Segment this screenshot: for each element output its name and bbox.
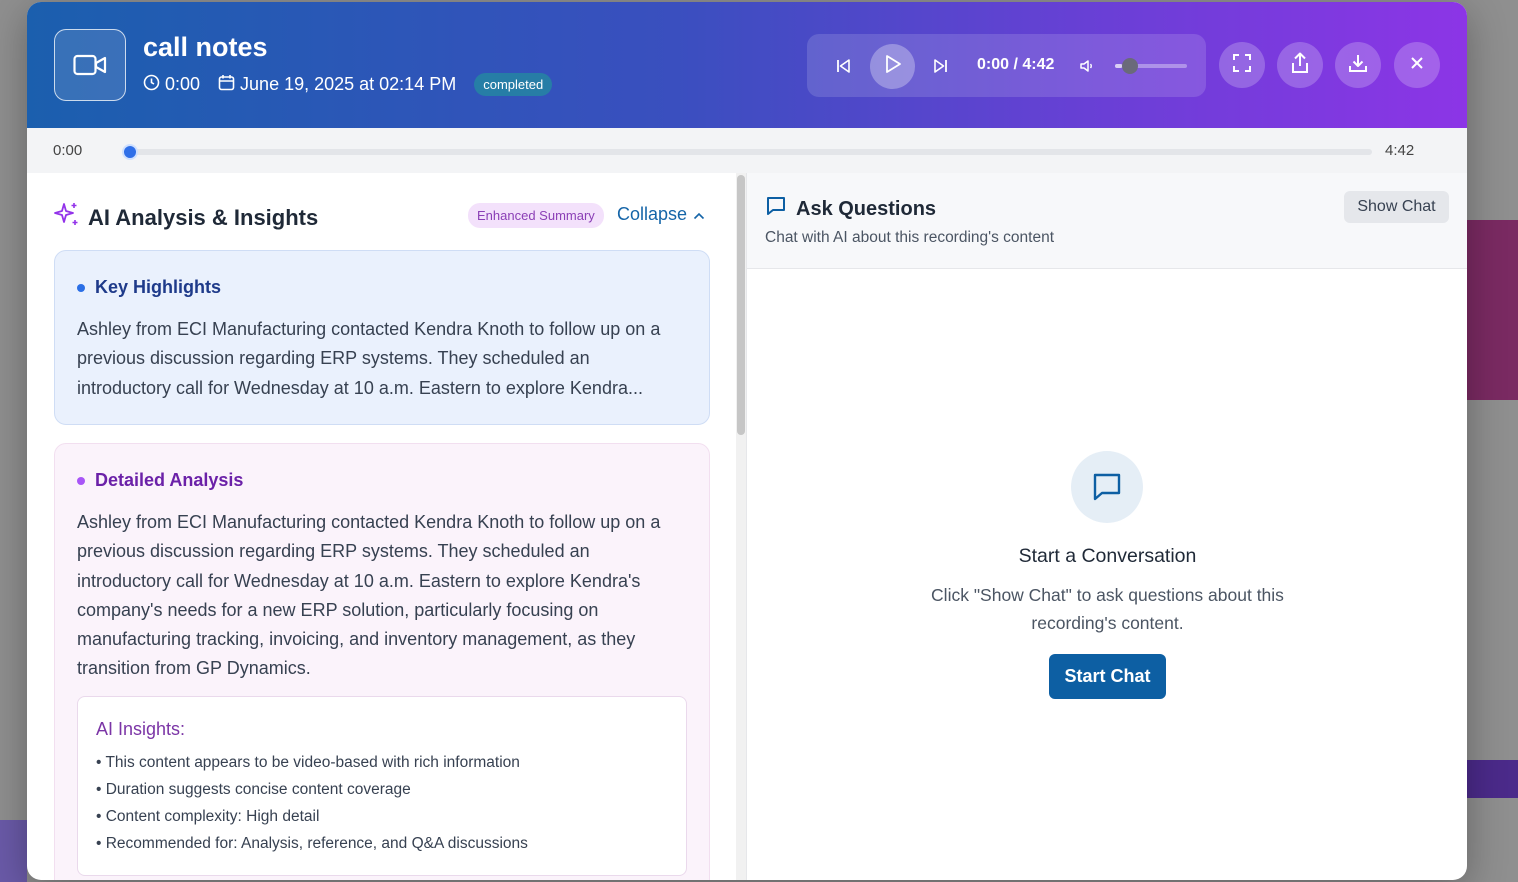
list-item: • This content appears to be video-based… <box>96 754 520 771</box>
analysis-title-text: AI Analysis & Insights <box>88 204 319 230</box>
duration-text: 0:00 <box>165 74 201 94</box>
skip-back-icon[interactable] <box>832 55 854 77</box>
skip-forward-icon[interactable] <box>930 55 952 77</box>
ai-insights-box: AI Insights: • This content appears to b… <box>77 696 687 876</box>
date-text: June 19, 2025 at 02:14 PM <box>240 74 457 94</box>
media-player: 0:00 / 4:42 <box>807 34 1206 97</box>
collapse-label: Collapse <box>617 204 688 224</box>
ai-insights-title: AI Insights: <box>96 719 186 739</box>
recording-modal: call notes 0:00 June 19, 2025 at 02:14 P… <box>27 2 1467 880</box>
recording-meta: 0:00 June 19, 2025 at 02:14 PM completed <box>143 73 553 96</box>
bullet-dot <box>77 283 85 292</box>
close-button[interactable] <box>1394 42 1440 88</box>
chevron-up-icon <box>693 204 705 225</box>
seek-thumb[interactable] <box>122 144 138 160</box>
backdrop-panel <box>1467 220 1518 400</box>
enhanced-summary-badge: Enhanced Summary <box>468 203 604 228</box>
clock-icon <box>143 74 160 96</box>
ask-questions-subtitle: Chat with AI about this recording's cont… <box>765 229 1055 246</box>
backdrop-panel <box>1467 760 1518 798</box>
collapse-button[interactable]: Collapse <box>617 204 705 225</box>
time-readout: 0:00 / 4:42 <box>977 56 1055 73</box>
key-highlights-card: Key Highlights Ashley from ECI Manufactu… <box>54 250 710 425</box>
share-icon <box>1290 52 1310 79</box>
backdrop-panel <box>0 820 27 882</box>
show-chat-button[interactable]: Show Chat <box>1344 191 1449 223</box>
scrollbar-thumb[interactable] <box>737 175 745 435</box>
analysis-title: AI Analysis & Insights <box>53 201 318 234</box>
detailed-analysis-title: Detailed Analysis <box>95 470 244 490</box>
date-meta: June 19, 2025 at 02:14 PM <box>218 74 456 96</box>
ai-insights-list: • This content appears to be video-based… <box>96 754 528 862</box>
download-icon <box>1348 53 1368 78</box>
list-item: • Recommended for: Analysis, reference, … <box>96 835 528 852</box>
close-icon <box>1409 55 1425 76</box>
message-icon <box>765 195 787 223</box>
play-button[interactable] <box>870 44 915 89</box>
video-camera-icon <box>54 29 126 101</box>
key-highlights-heading: Key Highlights <box>77 277 221 298</box>
seek-bar[interactable] <box>130 149 1372 155</box>
modal-header: call notes 0:00 June 19, 2025 at 02:14 P… <box>27 2 1467 128</box>
start-chat-button[interactable]: Start Chat <box>1049 654 1166 699</box>
duration-meta: 0:00 <box>143 74 200 96</box>
calendar-icon <box>218 74 235 96</box>
analysis-scrollbar[interactable] <box>736 173 746 880</box>
timeline: 0:00 4:42 <box>27 128 1467 173</box>
analysis-panel: AI Analysis & Insights Enhanced Summary … <box>27 173 737 880</box>
empty-state-text: Click "Show Chat" to ask questions about… <box>931 585 1284 633</box>
total-time: 4:42 <box>1385 142 1415 159</box>
bullet-dot <box>77 476 85 485</box>
fullscreen-button[interactable] <box>1219 42 1265 88</box>
chat-bubble-icon <box>1071 451 1143 523</box>
list-item: • Duration suggests concise content cove… <box>96 781 411 798</box>
list-item: • Content complexity: High detail <box>96 808 320 825</box>
recording-title: call notes <box>143 32 268 62</box>
detailed-analysis-card: Detailed Analysis Ashley from ECI Manufa… <box>54 443 710 880</box>
ask-questions-text: Ask Questions <box>796 197 937 220</box>
volume-thumb[interactable] <box>1122 58 1138 74</box>
detailed-analysis-text: Ashley from ECI Manufacturing contacted … <box>77 512 661 679</box>
share-button[interactable] <box>1277 42 1323 88</box>
volume-icon[interactable] <box>1077 56 1097 76</box>
key-highlights-text: Ashley from ECI Manufacturing contacted … <box>77 319 661 398</box>
key-highlights-title: Key Highlights <box>95 277 222 297</box>
sparkles-icon <box>53 201 80 234</box>
ask-questions-title: Ask Questions <box>765 195 936 223</box>
play-icon <box>884 54 902 79</box>
empty-state-title: Start a Conversation <box>1018 545 1197 567</box>
status-badge: completed <box>474 73 553 96</box>
detailed-analysis-heading: Detailed Analysis <box>77 470 243 491</box>
current-time: 0:00 <box>53 142 83 159</box>
chat-header: Ask Questions Chat with AI about this re… <box>747 173 1467 269</box>
fullscreen-icon <box>1232 53 1252 78</box>
chat-panel: Ask Questions Chat with AI about this re… <box>746 173 1467 880</box>
download-button[interactable] <box>1335 42 1381 88</box>
